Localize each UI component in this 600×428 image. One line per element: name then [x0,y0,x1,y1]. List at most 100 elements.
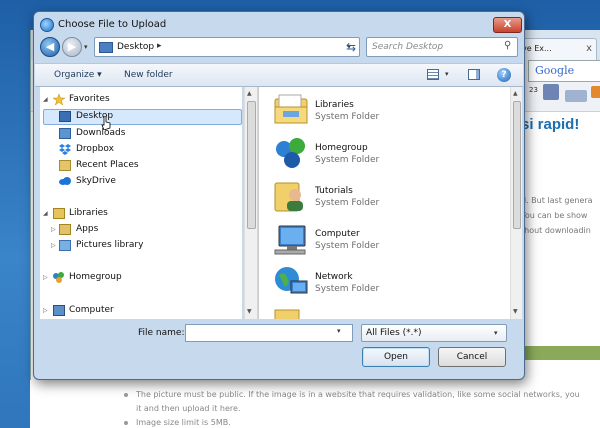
libraries-folder-icon [274,94,308,124]
file-item-tutorials[interactable]: Tutorials System Folder [273,179,473,219]
refresh-icon[interactable]: ⇆ [341,37,361,57]
instruction-continuation: it and then upload it here. [136,404,241,413]
search-icon[interactable]: ⚲ [504,40,511,51]
view-dropdown-icon[interactable]: ▾ [445,70,449,78]
open-button[interactable]: Open [362,347,430,367]
file-name-dropdown-icon[interactable]: ▾ [337,327,341,335]
apps-library-icon [59,224,71,235]
folder-icon [274,309,300,319]
share-icon[interactable] [565,90,587,102]
tab-close-icon[interactable]: x [586,43,592,54]
nav-item-label: Homegroup [69,272,122,282]
nav-item-pictures-library[interactable]: ▷ Pictures library [51,239,221,254]
file-type: System Folder [315,284,380,294]
scrollbar-thumb[interactable] [247,101,256,229]
scroll-up-icon[interactable]: ▲ [513,90,518,97]
nav-item-skydrive[interactable]: SkyDrive [59,175,219,190]
nav-item-label: Computer [69,305,114,315]
address-bar[interactable]: Desktop ▸ ▾ [94,37,360,57]
desktop-icon [59,111,71,122]
instruction-item: Image size limit is 5MB. [120,416,600,428]
file-upload-dialog: Choose File to Upload X ◀ ▶ ▾ Desktop ▸ … [33,11,525,380]
nav-item-recent-places[interactable]: Recent Places [59,159,219,174]
downloads-icon [59,128,71,139]
file-type: System Folder [315,198,380,208]
cancel-button[interactable]: Cancel [438,347,506,367]
nav-pane-scrollbar[interactable]: ▲ ▼ [244,87,257,319]
instruction-item: The picture must be public. If the image… [120,388,600,402]
preview-pane-icon[interactable] [468,69,480,80]
nav-item-homegroup[interactable]: ▷ Homegroup [43,271,223,286]
file-item-computer[interactable]: Computer System Folder [273,222,473,262]
nav-item-dropbox[interactable]: Dropbox [59,143,219,158]
nav-item-favorites[interactable]: ◢ Favorites [43,93,223,108]
page-green-bar [521,346,600,360]
google-search-box[interactable]: Google [528,60,600,82]
search-placeholder: Search Desktop [372,42,444,52]
scroll-up-icon[interactable]: ▲ [247,90,252,97]
close-button[interactable]: X [493,17,522,33]
file-type: System Folder [315,112,380,122]
expand-arrow-icon[interactable]: ▷ [43,307,48,314]
nav-item-computer[interactable]: ▷ Computer [43,304,223,319]
page-instructions: The picture must be public. If the image… [30,380,580,428]
nav-item-label: Apps [76,224,99,234]
file-list: Libraries System Folder Homegroup System… [258,87,522,319]
network-globe-icon [275,267,308,294]
file-item-network[interactable]: Network System Folder [273,265,473,305]
expand-arrow-icon[interactable]: ▷ [51,242,56,249]
file-item-partial[interactable] [273,308,473,319]
side-line: You can be show [521,211,588,220]
file-item-homegroup[interactable]: Homegroup System Folder [273,136,473,176]
breadcrumb-separator-icon[interactable]: ▸ [157,41,162,51]
rss-icon[interactable] [591,86,600,98]
file-name-label: File name: [138,328,185,338]
browser-tab[interactable]: ve Ex... x [517,38,597,60]
file-type: System Folder [315,155,380,165]
organize-button[interactable]: Organize ▾ [54,70,102,80]
file-name: Libraries [315,100,354,110]
file-list-scrollbar[interactable]: ▲ ▼ [510,87,522,319]
homegroup-icon [53,272,64,283]
new-folder-button[interactable]: New folder [124,70,173,80]
cloud-icon [59,177,71,185]
file-name: Network [315,272,353,282]
nav-item-libraries[interactable]: ◢ Libraries [43,207,223,222]
address-location[interactable]: Desktop [117,42,154,52]
back-button[interactable]: ◀ [40,37,60,57]
pictures-library-icon [59,240,71,251]
expand-arrow-icon[interactable]: ▷ [43,274,48,281]
nav-item-downloads[interactable]: Downloads [59,127,219,142]
collapse-arrow-icon[interactable]: ◢ [43,96,48,103]
nav-item-desktop[interactable]: Desktop [59,110,219,125]
help-icon[interactable]: ? [497,68,511,82]
desktop-folder-icon [99,42,113,53]
search-input[interactable]: Search Desktop ⚲ [366,37,518,57]
nav-item-label: Libraries [69,208,108,218]
recent-places-icon [59,160,71,171]
homegroup-icon [276,138,305,168]
scrollbar-thumb[interactable] [513,101,521,229]
side-line: thout downloadin [521,226,591,235]
forward-button[interactable]: ▶ [62,37,82,57]
user-folder-icon [274,182,303,212]
nav-item-label: Pictures library [76,240,144,250]
history-dropdown-icon[interactable]: ▾ [84,43,92,51]
file-name: Computer [315,229,360,239]
expand-arrow-icon[interactable]: ▷ [51,226,56,233]
nav-item-label: Recent Places [76,160,139,170]
hand-cursor-icon [101,116,111,130]
scroll-down-icon[interactable]: ▼ [247,308,252,315]
nav-item-apps[interactable]: ▷ Apps [51,223,221,238]
scroll-down-icon[interactable]: ▼ [513,308,518,315]
change-view-icon[interactable] [427,69,439,80]
file-name-input[interactable] [185,324,353,342]
libraries-icon [53,208,65,219]
file-item-libraries[interactable]: Libraries System Folder [273,93,473,133]
chevron-down-icon[interactable]: ▾ [494,329,498,337]
collapse-arrow-icon[interactable]: ◢ [43,210,48,217]
file-type-filter[interactable]: All Files (*.*) ▾ [361,324,507,342]
like-icon[interactable] [543,84,559,100]
nav-item-label: Dropbox [76,144,114,154]
like-count: 23 [529,86,538,94]
